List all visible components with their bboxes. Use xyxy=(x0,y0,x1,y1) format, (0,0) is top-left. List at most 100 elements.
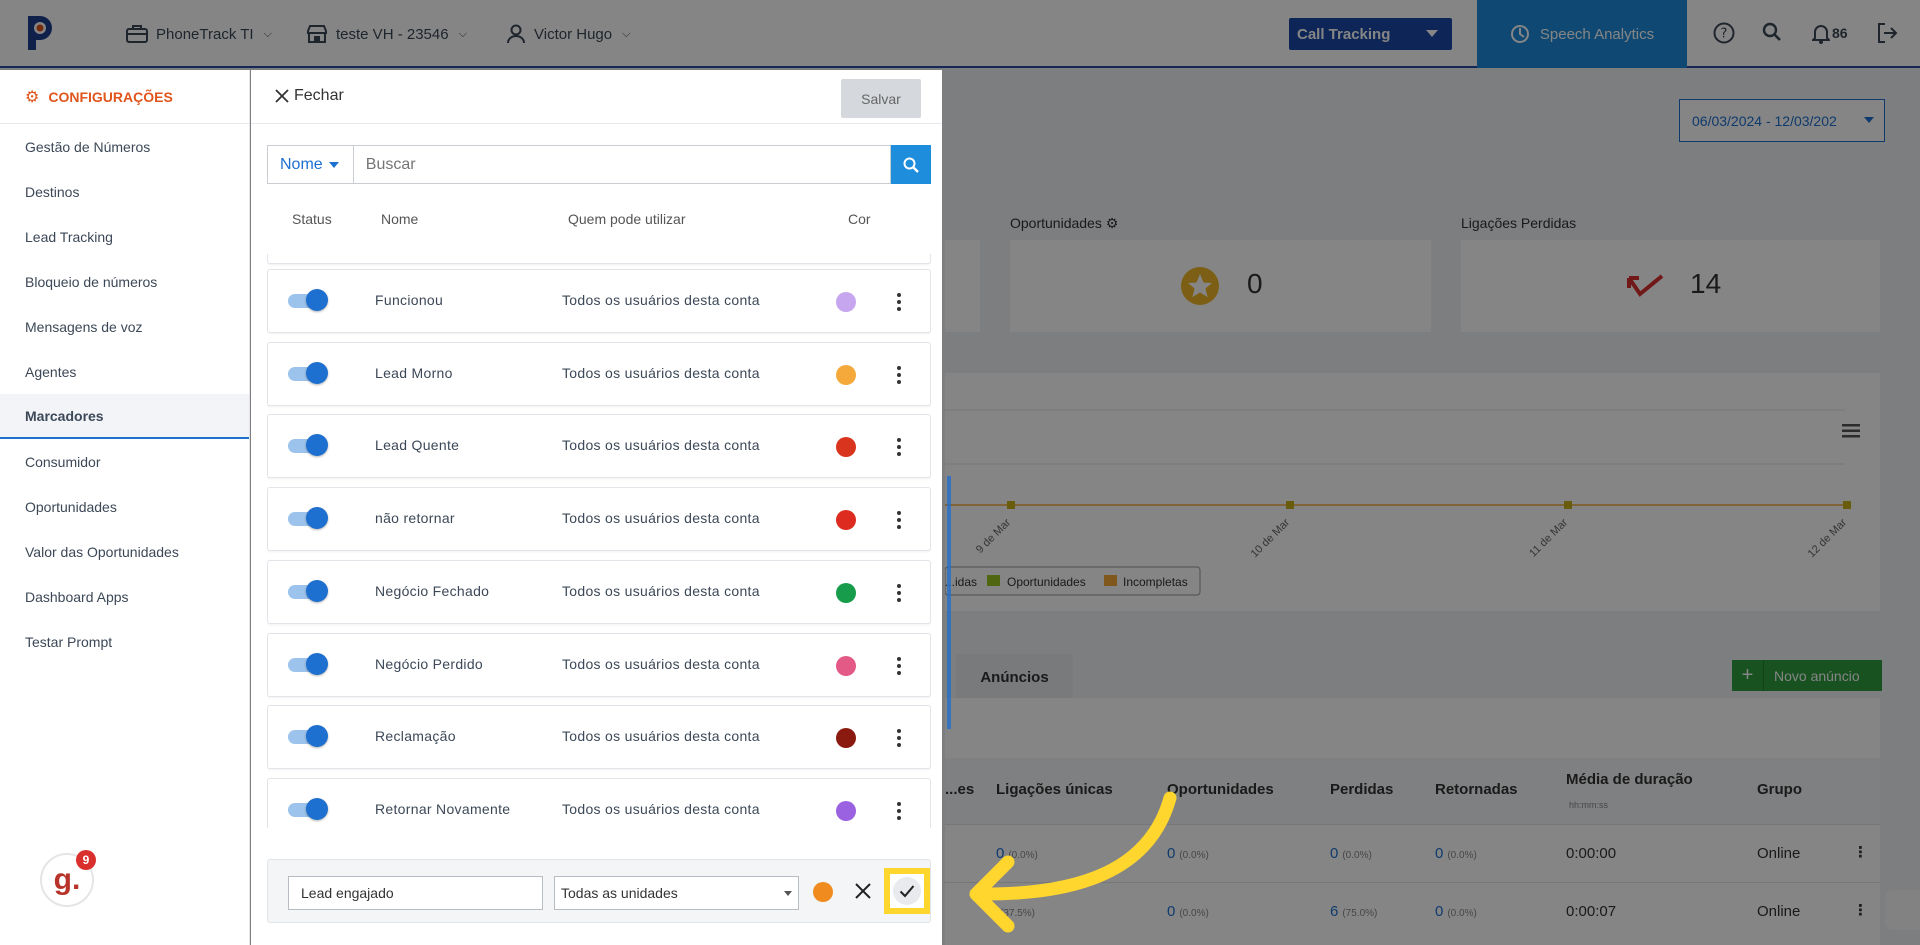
markers-panel: Fechar Salvar Nome Status Nome Quem pode… xyxy=(251,70,951,945)
marker-scope: Todos os usuários desta conta xyxy=(562,656,760,672)
chat-badge: 9 xyxy=(76,850,96,870)
more-options-icon[interactable] xyxy=(891,581,907,605)
search-button[interactable] xyxy=(891,145,931,184)
new-marker-name-input[interactable] xyxy=(288,876,543,910)
marker-color-swatch[interactable] xyxy=(836,510,856,530)
status-toggle[interactable] xyxy=(288,798,328,820)
more-options-icon[interactable] xyxy=(891,363,907,387)
more-options-icon[interactable] xyxy=(891,726,907,750)
marker-color-swatch[interactable] xyxy=(836,801,856,821)
sidebar-item-valor-das-oportunidades[interactable]: Valor das Oportunidades xyxy=(0,529,249,574)
marker-name: não retornar xyxy=(375,510,455,526)
marker-color-swatch[interactable] xyxy=(836,583,856,603)
sidebar-item-lead-tracking[interactable]: Lead Tracking xyxy=(0,214,249,259)
new-marker-scope-select[interactable]: Todas as unidades xyxy=(554,876,799,910)
check-icon xyxy=(899,885,915,898)
config-header: ⚙ CONFIGURAÇÕES xyxy=(0,70,249,124)
search-icon xyxy=(903,157,919,173)
sidebar-item-mensagens-de-voz[interactable]: Mensagens de voz xyxy=(0,304,249,349)
save-button[interactable]: Salvar xyxy=(841,79,921,118)
marker-name: Negócio Perdido xyxy=(375,656,484,672)
config-sidebar: ⚙ CONFIGURAÇÕES Gestão de Números Destino… xyxy=(0,70,250,945)
list-item: Negócio Perdido Todos os usuários desta c… xyxy=(267,633,931,697)
marker-color-swatch[interactable] xyxy=(836,437,856,457)
marker-scope: Todos os usuários desta conta xyxy=(562,801,760,817)
col-status: Status xyxy=(292,211,332,227)
sidebar-item-agentes[interactable]: Agentes xyxy=(0,349,249,394)
more-options-icon[interactable] xyxy=(891,654,907,678)
status-toggle[interactable] xyxy=(288,725,328,747)
status-toggle[interactable] xyxy=(288,507,328,529)
new-marker-color-picker[interactable] xyxy=(813,882,833,902)
more-options-icon[interactable] xyxy=(891,290,907,314)
col-nome: Nome xyxy=(381,211,419,227)
confirm-new-marker-button[interactable] xyxy=(884,868,930,914)
chat-widget-button[interactable]: g. 9 xyxy=(40,850,96,907)
new-marker-row: Todas as unidades xyxy=(267,859,931,923)
search-input[interactable] xyxy=(352,145,892,184)
marker-scope: Todos os usuários desta conta xyxy=(562,510,760,526)
marker-name: Reclamação xyxy=(375,728,456,744)
marker-color-swatch[interactable] xyxy=(836,656,856,676)
marker-scope: Todos os usuários desta conta xyxy=(562,583,760,599)
marker-scope: Todos os usuários desta conta xyxy=(562,365,760,381)
status-toggle[interactable] xyxy=(288,653,328,675)
list-item: Lead Morno Todos os usuários desta conta xyxy=(267,342,931,406)
marker-color-swatch[interactable] xyxy=(836,292,856,312)
cancel-new-marker-icon[interactable] xyxy=(852,880,874,902)
annotation-arrow-icon xyxy=(969,791,1177,933)
status-toggle[interactable] xyxy=(288,434,328,456)
toggle-knob xyxy=(306,434,328,456)
chat-logo-icon: g. xyxy=(53,863,81,896)
sidebar-item-gestao-de-numeros[interactable]: Gestão de Números xyxy=(0,124,249,169)
more-options-icon[interactable] xyxy=(891,435,907,459)
new-marker-scope-value: Todas as unidades xyxy=(561,885,678,901)
close-label: Fechar xyxy=(294,87,344,104)
marker-name: Retornar Novamente xyxy=(375,801,511,817)
list-item: Negócio Fechado Todos os usuários desta c… xyxy=(267,560,931,624)
more-options-icon[interactable] xyxy=(891,508,907,532)
marker-scope: Todos os usuários desta conta xyxy=(562,728,760,744)
marker-color-swatch[interactable] xyxy=(836,728,856,748)
marker-scope: Todos os usuários desta conta xyxy=(562,437,760,453)
marker-name: Lead Morno xyxy=(375,365,453,381)
list-item: Retornar Novamente Todos os usuários dest… xyxy=(267,778,931,828)
sidebar-item-marcadores[interactable]: Marcadores xyxy=(0,394,249,439)
list-item: não retornar Todos os usuários desta cont… xyxy=(267,487,931,551)
status-toggle[interactable] xyxy=(288,580,328,602)
caret-down-icon xyxy=(784,891,792,896)
sidebar-item-oportunidades[interactable]: Oportunidades xyxy=(0,484,249,529)
sidebar-item-testar-prompt[interactable]: Testar Prompt xyxy=(0,619,249,664)
more-options-icon[interactable] xyxy=(891,799,907,823)
status-toggle[interactable] xyxy=(288,362,328,384)
list-item: Reclamação Todos os usuários desta conta xyxy=(267,705,931,769)
config-header-label: CONFIGURAÇÕES xyxy=(48,88,173,105)
marker-scope: Todos os usuários desta conta xyxy=(562,292,760,308)
close-icon xyxy=(275,89,289,103)
marker-name: Lead Quente xyxy=(375,437,460,453)
marker-name: Negócio Fechado xyxy=(375,583,490,599)
list-item: Funcionou Todos os usuários desta conta xyxy=(267,269,931,333)
list-scrollbar[interactable] xyxy=(947,476,951,729)
sidebar-item-bloqueio-de-numeros[interactable]: Bloqueio de números xyxy=(0,259,249,304)
gear-icon: ⚙ xyxy=(25,88,40,106)
toggle-knob xyxy=(306,507,328,529)
search-bar: Nome xyxy=(267,145,931,184)
toggle-knob xyxy=(306,725,328,747)
markers-list: Funcionou Todos os usuários desta conta Le… xyxy=(267,254,931,828)
sidebar-item-destinos[interactable]: Destinos xyxy=(0,169,249,214)
search-field-select[interactable]: Nome xyxy=(267,145,353,184)
marker-name: Funcionou xyxy=(375,292,444,308)
col-cor: Cor xyxy=(848,211,871,227)
toggle-knob xyxy=(306,580,328,602)
sidebar-item-consumidor[interactable]: Consumidor xyxy=(0,439,249,484)
status-toggle[interactable] xyxy=(288,289,328,311)
toggle-knob xyxy=(306,289,328,311)
marker-color-swatch[interactable] xyxy=(836,365,856,385)
caret-down-icon xyxy=(328,161,339,168)
close-panel-button[interactable]: Fechar xyxy=(275,87,344,105)
toggle-knob xyxy=(306,798,328,820)
toggle-knob xyxy=(306,653,328,675)
search-field-value: Nome xyxy=(280,155,323,173)
sidebar-item-dashboard-apps[interactable]: Dashboard Apps xyxy=(0,574,249,619)
